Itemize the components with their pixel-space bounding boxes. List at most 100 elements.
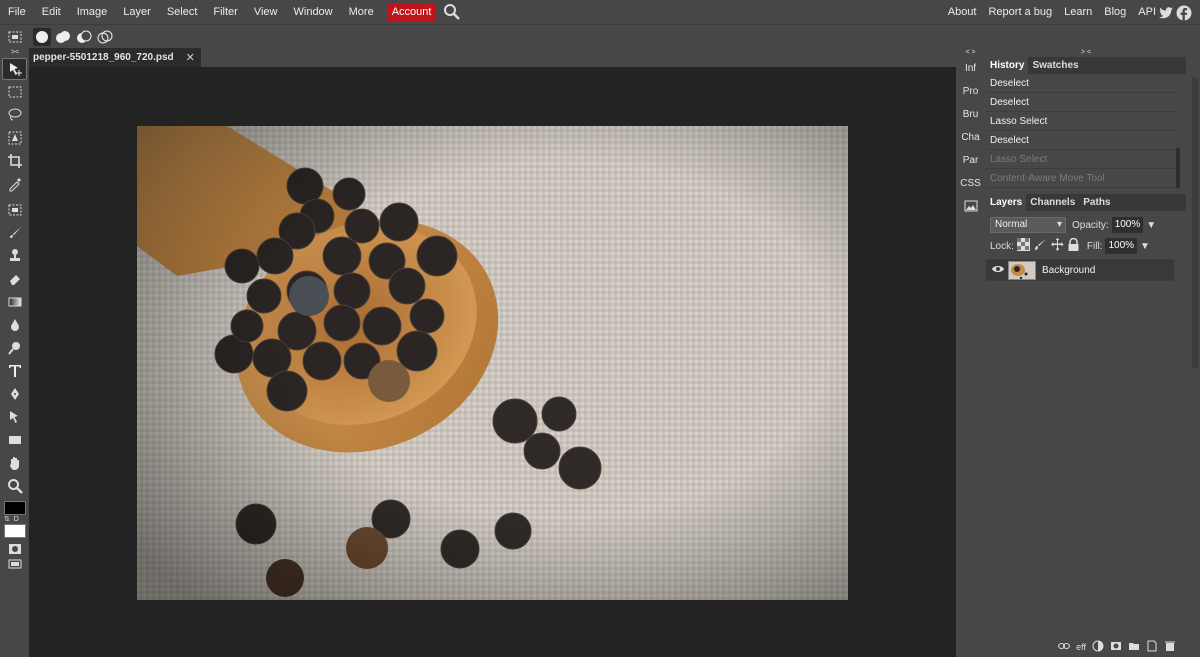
menu-edit[interactable]: Edit [34,0,69,25]
heal-tool-icon[interactable] [2,199,27,221]
pepper-photo [137,126,848,600]
link-icon[interactable] [1058,642,1071,652]
eyedropper-tool-icon[interactable] [2,173,27,195]
tab-paths[interactable]: Paths [1079,194,1114,211]
facebook-icon[interactable] [1176,5,1192,21]
trash-icon[interactable] [1164,640,1176,654]
menu-layer[interactable]: Layer [115,0,159,25]
folder-icon[interactable] [1128,640,1140,654]
brush-tool-icon[interactable] [2,222,27,244]
tab-layers[interactable]: Layers [986,194,1027,211]
menu-view[interactable]: View [246,0,286,25]
crop-tool-icon[interactable] [2,150,27,172]
selection-intersect-icon[interactable] [96,28,114,46]
menu-about[interactable]: About [942,0,983,25]
fill-dropdown-icon[interactable]: ▼ [1140,241,1150,252]
tab-channels[interactable]: Channels [1026,194,1079,211]
tab-history[interactable]: History [986,57,1029,74]
path-select-tool-icon[interactable] [2,406,27,428]
panel-brush-button[interactable]: Bru [956,103,985,126]
image-canvas[interactable] [137,126,848,600]
image-icon[interactable] [956,195,985,218]
stamp-tool-icon[interactable] [2,245,27,267]
quick-mask-icon[interactable] [2,542,27,556]
toolbar-collapse[interactable]: > < [0,48,29,57]
lasso-tool-icon[interactable] [2,104,27,126]
select-marquee-icon[interactable] [6,28,24,46]
twitter-icon[interactable] [1158,5,1174,21]
gradient-tool-icon[interactable] [2,291,27,313]
zoom-tool-icon[interactable] [2,475,27,497]
background-color[interactable] [4,524,26,538]
eye-icon[interactable] [992,264,1004,276]
menu-file[interactable]: File [0,0,34,25]
effects-button[interactable]: eff [1076,642,1086,652]
tab-swatches[interactable]: Swatches [1028,57,1082,74]
menu-filter[interactable]: Filter [205,0,245,25]
document-tabs: pepper-5501218_960_720.psd ✕ [29,48,956,67]
panel-paragraph-button[interactable]: Par [956,149,985,172]
panel-info-button[interactable]: Inf [956,57,985,80]
menu-image[interactable]: Image [69,0,116,25]
move-tool-icon[interactable] [2,58,27,80]
close-icon[interactable]: ✕ [186,51,195,64]
document-tab[interactable]: pepper-5501218_960_720.psd ✕ [29,48,201,67]
history-row[interactable]: Lasso Select [986,150,1178,169]
opacity-input[interactable]: 100% [1111,217,1144,233]
panel-scrollbar-thumb[interactable] [1192,78,1198,368]
swap-colors-icon[interactable]: ⇅ D [4,515,20,523]
menu-api[interactable]: API [1132,0,1158,25]
account-button[interactable]: Account [386,2,437,22]
rightpanel-header[interactable]: > < [986,48,1186,57]
object-select-icon[interactable] [2,127,27,149]
panel-scrollbar[interactable] [1187,48,1200,657]
adjustment-icon[interactable] [1092,640,1104,654]
layer-row-background[interactable]: Background [986,259,1174,281]
menu-more[interactable]: More [341,0,382,25]
history-row[interactable]: Content-Aware Move Tool [986,169,1178,188]
layers-footer: eff [986,637,1186,657]
menu-select[interactable]: Select [159,0,206,25]
foreground-color[interactable] [4,501,26,515]
marquee-tool-icon[interactable] [2,81,27,103]
panel-character-button[interactable]: Cha [956,126,985,149]
hand-tool-icon[interactable] [2,452,27,474]
history-row[interactable]: Lasso Select [986,112,1178,131]
dodge-tool-icon[interactable] [2,337,27,359]
pen-tool-icon[interactable] [2,383,27,405]
shape-tool-icon[interactable] [2,429,27,451]
menu-learn[interactable]: Learn [1058,0,1098,25]
history-row[interactable]: Deselect [986,131,1178,150]
selection-new-icon[interactable] [33,28,51,46]
menu-report-bug[interactable]: Report a bug [982,0,1058,25]
lock-position-icon[interactable] [1050,238,1064,254]
history-row[interactable]: Deselect [986,93,1178,112]
document-area: pepper-5501218_960_720.psd ✕ [29,48,956,657]
eraser-tool-icon[interactable] [2,268,27,290]
new-layer-icon[interactable] [1146,640,1158,654]
fill-input[interactable]: 100% [1105,238,1138,254]
minipanel-header[interactable]: < > [956,48,985,57]
lock-pixels-icon[interactable] [1034,238,1047,254]
mask-icon[interactable] [1110,640,1122,654]
blur-tool-icon[interactable] [2,314,27,336]
history-scrollbar[interactable] [1176,148,1180,188]
panel-properties-button[interactable]: Pro [956,80,985,103]
options-bar [0,26,1200,48]
history-row[interactable]: Deselect [986,74,1178,93]
lock-label: Lock: [990,240,1014,252]
blend-mode-select[interactable]: Normal [990,217,1066,233]
selection-add-icon[interactable] [54,28,72,46]
layers-panel: Layers Channels Paths Normal Opacity: 10… [986,194,1186,657]
text-tool-icon[interactable] [2,360,27,382]
screen-mode-icon[interactable] [2,557,27,571]
selection-subtract-icon[interactable] [75,28,93,46]
menu-window[interactable]: Window [286,0,341,25]
panel-css-button[interactable]: CSS [956,172,985,195]
search-icon[interactable] [443,3,461,21]
menu-blog[interactable]: Blog [1098,0,1132,25]
lock-transparency-icon[interactable] [1016,238,1030,254]
lock-all-icon[interactable] [1068,237,1079,254]
layer-thumbnail [1008,260,1036,280]
opacity-dropdown-icon[interactable]: ▼ [1146,220,1156,231]
